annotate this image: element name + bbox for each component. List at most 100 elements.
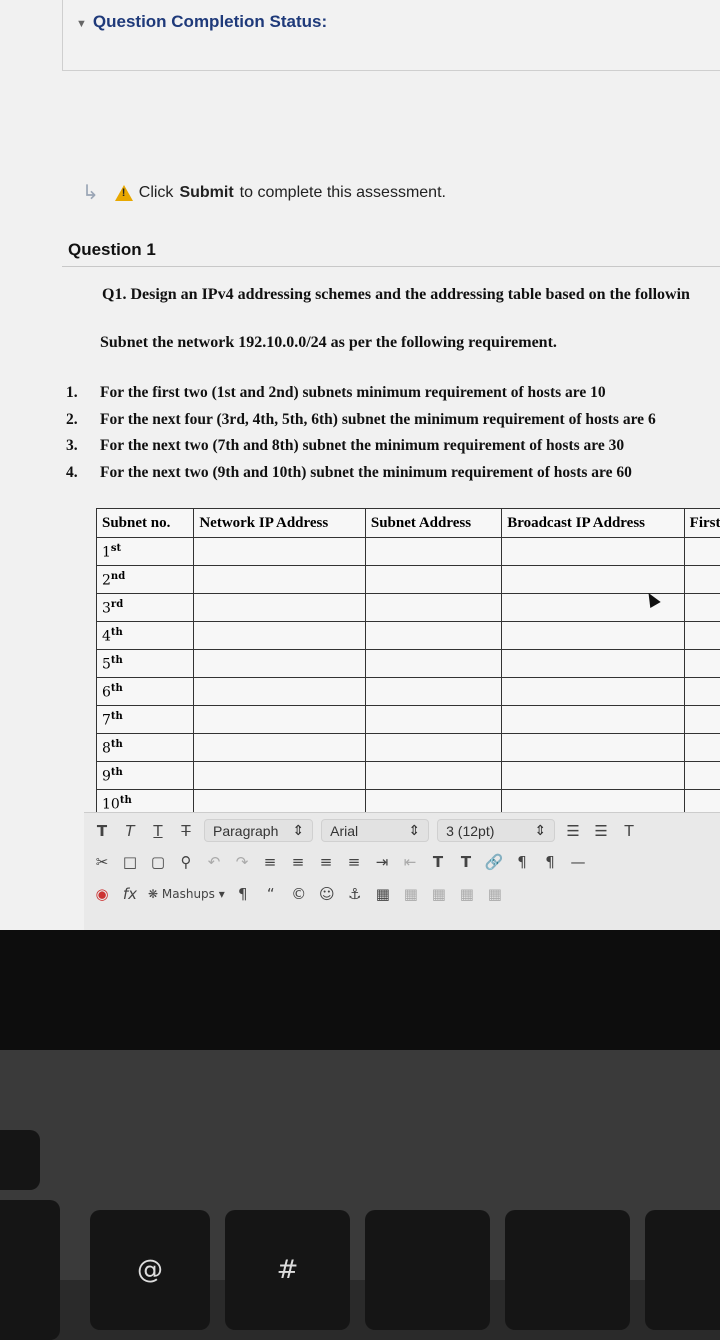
table-cell-icon[interactable]: ▦ xyxy=(457,883,477,905)
table-cell[interactable] xyxy=(502,538,684,566)
subnet-number-cell[interactable]: 2nd xyxy=(97,566,194,594)
ltr-icon[interactable]: ¶ xyxy=(512,851,532,873)
table-cell[interactable] xyxy=(684,650,720,678)
subnet-number-cell[interactable]: 3rd xyxy=(97,594,194,622)
table-cell[interactable] xyxy=(502,706,684,734)
search-icon[interactable]: ⚲ xyxy=(176,851,196,873)
text-bold-icon[interactable]: T xyxy=(92,820,112,842)
align-justify-icon[interactable]: ≡ xyxy=(344,851,364,873)
table-cell[interactable] xyxy=(684,706,720,734)
question-completion-status[interactable]: ▼Question Completion Status: xyxy=(76,12,327,32)
table-cell[interactable] xyxy=(194,678,366,706)
align-left-icon[interactable]: ≡ xyxy=(260,851,280,873)
addressing-table[interactable]: Subnet no. Network IP Address Subnet Add… xyxy=(96,508,720,818)
subnet-number-cell[interactable]: 7th xyxy=(97,706,194,734)
question-prompt: Q1. Design an IPv4 addressing schemes an… xyxy=(102,286,690,304)
table-cell[interactable] xyxy=(194,734,366,762)
superscript-icon[interactable]: T xyxy=(428,851,448,873)
table-cell[interactable] xyxy=(502,566,684,594)
text-underline-icon[interactable]: T xyxy=(148,820,168,842)
table-column-icon[interactable]: ▦ xyxy=(429,883,449,905)
font-size-select[interactable]: 3 (12pt)⇕ xyxy=(437,819,555,842)
table-cell[interactable] xyxy=(194,706,366,734)
cut-icon[interactable]: ✂ xyxy=(92,851,112,873)
emoji-icon[interactable]: ☺ xyxy=(317,883,337,905)
record-icon[interactable]: ◉ xyxy=(92,883,112,905)
keyboard-key xyxy=(645,1210,720,1330)
subnet-number: 10 xyxy=(102,796,120,812)
indent-icon[interactable]: ⇥ xyxy=(372,851,392,873)
table-icon[interactable]: ▦ xyxy=(373,883,393,905)
mashups-icon: ❋ xyxy=(148,887,158,901)
anchor-icon[interactable]: ⚓ xyxy=(345,883,365,905)
table-cell[interactable] xyxy=(194,538,366,566)
table-cell[interactable] xyxy=(194,762,366,790)
rtl-icon[interactable]: ¶ xyxy=(540,851,560,873)
font-select[interactable]: Arial⇕ xyxy=(321,819,429,842)
ordinal-suffix: rd xyxy=(111,599,123,610)
numbered-list-icon[interactable]: ☰ xyxy=(591,820,611,842)
table-cell[interactable] xyxy=(684,622,720,650)
subnet-number-cell[interactable]: 4th xyxy=(97,622,194,650)
subnet-number: 5 xyxy=(102,656,111,672)
subscript-icon[interactable]: T xyxy=(456,851,476,873)
table-row-icon[interactable]: ▦ xyxy=(401,883,421,905)
mashups-menu[interactable]: ❋ Mashups ▾ xyxy=(148,883,225,905)
table-row: 5th xyxy=(97,650,720,678)
table-cell[interactable] xyxy=(684,678,720,706)
align-center-icon[interactable]: ≡ xyxy=(288,851,308,873)
table-cell[interactable] xyxy=(365,650,501,678)
table-cell[interactable] xyxy=(365,622,501,650)
table-cell[interactable] xyxy=(365,594,501,622)
table-row: 4th xyxy=(97,622,720,650)
bullet-list-icon[interactable]: ☰ xyxy=(563,820,583,842)
table-cell[interactable] xyxy=(194,566,366,594)
table-cell[interactable] xyxy=(502,622,684,650)
table-cell[interactable] xyxy=(684,734,720,762)
text-color-icon[interactable]: T xyxy=(619,820,639,842)
undo-icon[interactable]: ↶ xyxy=(204,851,224,873)
table-cell[interactable] xyxy=(194,622,366,650)
table-cell[interactable] xyxy=(365,762,501,790)
subnet-number-cell[interactable]: 5th xyxy=(97,650,194,678)
table-cell[interactable] xyxy=(365,538,501,566)
paragraph-select[interactable]: Paragraph⇕ xyxy=(204,819,313,842)
table-cell[interactable] xyxy=(194,594,366,622)
table-cell[interactable] xyxy=(502,650,684,678)
formula-icon[interactable]: fx xyxy=(120,883,140,905)
outdent-icon[interactable]: ⇤ xyxy=(400,851,420,873)
table-cell[interactable] xyxy=(684,594,720,622)
submit-link[interactable]: Submit xyxy=(179,184,233,202)
redo-icon[interactable]: ↷ xyxy=(232,851,252,873)
horizontal-rule-icon[interactable]: — xyxy=(568,851,588,873)
header-subnet-address: Subnet Address xyxy=(365,509,501,538)
table-cell[interactable] xyxy=(194,650,366,678)
subnet-number-cell[interactable]: 8th xyxy=(97,734,194,762)
requirements-list: 1.For the first two (1st and 2nd) subnet… xyxy=(66,384,656,490)
link-icon[interactable]: 🔗 xyxy=(484,851,504,873)
table-cell[interactable] xyxy=(684,566,720,594)
table-cell[interactable] xyxy=(502,678,684,706)
table-cell[interactable] xyxy=(365,566,501,594)
table-cell[interactable] xyxy=(684,762,720,790)
table-cell[interactable] xyxy=(684,538,720,566)
subnet-number-cell[interactable]: 1st xyxy=(97,538,194,566)
table-merge-icon[interactable]: ▦ xyxy=(485,883,505,905)
blockquote-icon[interactable]: “ xyxy=(261,883,281,905)
copyright-icon[interactable]: © xyxy=(289,883,309,905)
table-cell[interactable] xyxy=(502,762,684,790)
divider xyxy=(62,266,720,267)
text-italic-icon[interactable]: T xyxy=(120,820,140,842)
text-strikethrough-icon[interactable]: T xyxy=(176,820,196,842)
subnet-number-cell[interactable]: 6th xyxy=(97,678,194,706)
table-cell[interactable] xyxy=(365,706,501,734)
paragraph-mark-icon[interactable]: ¶ xyxy=(233,883,253,905)
align-right-icon[interactable]: ≡ xyxy=(316,851,336,873)
subnet-number-cell[interactable]: 9th xyxy=(97,762,194,790)
paste-icon[interactable]: ▢ xyxy=(148,851,168,873)
table-cell[interactable] xyxy=(502,734,684,762)
copy-icon[interactable]: □ xyxy=(120,851,140,873)
table-cell[interactable] xyxy=(365,734,501,762)
list-item: 4.For the next two (9th and 10th) subnet… xyxy=(66,464,656,491)
table-cell[interactable] xyxy=(365,678,501,706)
